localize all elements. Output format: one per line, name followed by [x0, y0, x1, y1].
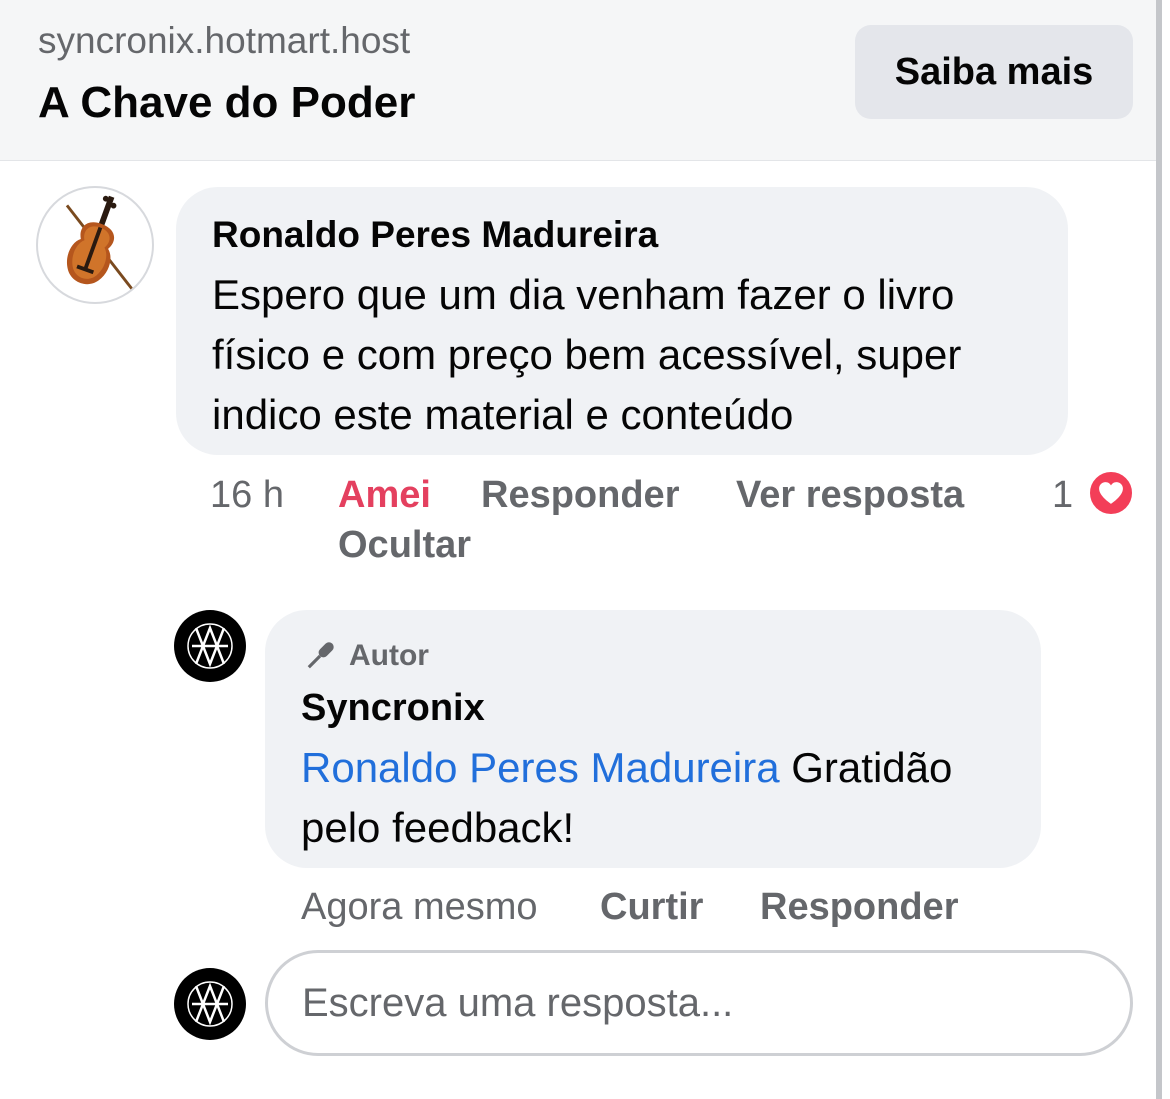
reply-text: Ronaldo Peres Madureira Gratidão pelo fe… [301, 738, 1005, 858]
heart-shape [1099, 482, 1123, 504]
composer-avatar[interactable] [174, 968, 246, 1040]
reply-time: Agora mesmo [301, 886, 538, 928]
mention-link[interactable]: Ronaldo Peres Madureira [301, 744, 780, 791]
view-reply-button[interactable]: Ver resposta [736, 474, 964, 517]
author-avatar[interactable] [174, 610, 246, 682]
scrollbar[interactable] [1156, 0, 1162, 1099]
heart-icon[interactable] [1087, 469, 1135, 517]
syncronix-logo-icon [187, 981, 233, 1027]
microphone-icon [307, 642, 334, 669]
comment-bubble[interactable]: Ronaldo Peres Madureira Espero que um di… [176, 187, 1068, 455]
reply-button[interactable]: Responder [481, 474, 679, 517]
commenter-avatar[interactable] [36, 186, 154, 304]
hide-button[interactable]: Ocultar [338, 524, 471, 567]
violin-icon [65, 195, 136, 294]
ad-title[interactable]: A Chave do Poder [38, 78, 415, 128]
ad-header: syncronix.hotmart.host A Chave do Poder … [0, 0, 1156, 161]
reaction-count[interactable]: 1 [1052, 474, 1073, 517]
author-badge-label: Autor [349, 639, 429, 672]
comment-author[interactable]: Ronaldo Peres Madureira [212, 213, 1032, 257]
author-badge: Autor [301, 636, 1005, 676]
love-reaction-button[interactable]: Amei [338, 474, 431, 517]
like-button[interactable]: Curtir [600, 886, 703, 929]
reply-to-reply-button[interactable]: Responder [760, 886, 958, 929]
learn-more-button[interactable]: Saiba mais [855, 25, 1133, 119]
comment-time: 16 h [210, 474, 284, 516]
comment-text: Espero que um dia venham fazer o livro f… [212, 271, 962, 438]
ad-domain[interactable]: syncronix.hotmart.host [38, 20, 410, 62]
reply-input[interactable] [265, 950, 1133, 1056]
syncronix-logo-icon [187, 623, 233, 669]
reply-bubble[interactable]: Autor Syncronix Ronaldo Peres Madureira … [265, 610, 1041, 868]
reply-author[interactable]: Syncronix [301, 684, 1005, 732]
